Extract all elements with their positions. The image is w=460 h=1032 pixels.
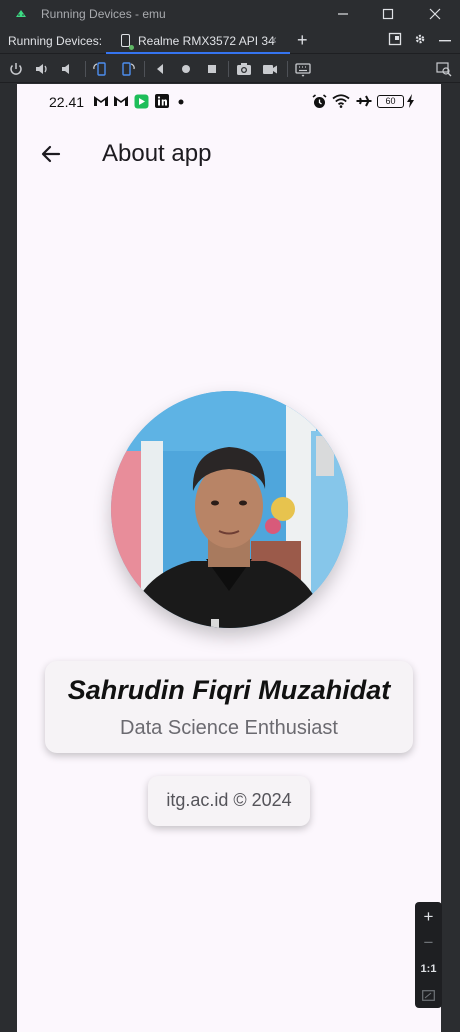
fit-screen-button[interactable] bbox=[415, 983, 442, 1007]
toolbar-separator bbox=[287, 61, 288, 77]
toolbar-separator bbox=[144, 61, 145, 77]
device-screen[interactable]: 22.41 60 About app Sahrudin Fiqri Muzahi… bbox=[17, 84, 441, 1032]
status-bar: 22.41 60 bbox=[17, 84, 441, 120]
zoom-controls: + − 1:1 bbox=[415, 902, 442, 1008]
close-window-button[interactable] bbox=[424, 4, 446, 24]
window-titlebar: Running Devices - emu bbox=[0, 0, 460, 28]
volume-up-icon[interactable] bbox=[33, 60, 51, 78]
notification-dot-icon bbox=[178, 99, 184, 105]
page-title: About app bbox=[102, 140, 212, 167]
power-icon[interactable] bbox=[7, 60, 25, 78]
emulator-toolbar bbox=[0, 55, 460, 83]
zoom-out-button[interactable]: − bbox=[415, 931, 442, 955]
status-time: 22.41 bbox=[49, 94, 85, 110]
battery-level: 60 bbox=[385, 96, 396, 106]
screenshot-camera-icon[interactable] bbox=[235, 60, 253, 78]
profile-card: Sahrudin Fiqri Muzahidat Data Science En… bbox=[45, 661, 413, 753]
device-icon bbox=[121, 34, 134, 50]
charging-bolt-icon bbox=[407, 94, 414, 108]
back-arrow-icon[interactable] bbox=[39, 142, 63, 166]
gear-icon[interactable] bbox=[413, 32, 427, 46]
linkedin-icon bbox=[155, 94, 169, 108]
overview-nav-icon[interactable] bbox=[203, 60, 221, 78]
more-options-icon[interactable] bbox=[439, 39, 451, 43]
rotate-right-icon[interactable] bbox=[118, 60, 136, 78]
window-title: Running Devices - emu bbox=[41, 7, 166, 21]
layout-icon[interactable] bbox=[388, 32, 402, 46]
copyright-text: itg.ac.id © 2024 bbox=[166, 790, 292, 810]
maximize-icon bbox=[382, 8, 394, 20]
back-nav-icon[interactable] bbox=[151, 60, 169, 78]
screen-record-icon[interactable] bbox=[261, 60, 279, 78]
running-devices-label: Running Devices: bbox=[8, 34, 103, 48]
minimize-icon bbox=[338, 13, 348, 15]
add-tab-button[interactable]: + bbox=[297, 30, 308, 51]
battery-indicator: 60 bbox=[377, 95, 404, 108]
play-store-icon bbox=[134, 94, 149, 109]
profile-role: Data Science Enthusiast bbox=[120, 717, 338, 739]
tab-close-icon[interactable]: × bbox=[270, 33, 277, 47]
copyright-chip: itg.ac.id © 2024 bbox=[148, 776, 310, 826]
minimize-button[interactable] bbox=[332, 4, 354, 24]
gmail-icon bbox=[94, 96, 108, 106]
rotate-left-icon[interactable] bbox=[92, 60, 110, 78]
gmail-icon bbox=[114, 96, 128, 106]
running-devices-tabbar: Running Devices: Realme RMX3572 API 34 ×… bbox=[0, 28, 460, 54]
toolbar-separator bbox=[228, 61, 229, 77]
layout-inspector-icon[interactable] bbox=[435, 60, 453, 78]
profile-photo bbox=[111, 391, 348, 628]
close-icon bbox=[429, 8, 441, 20]
maximize-button[interactable] bbox=[377, 4, 399, 24]
fit-screen-icon bbox=[422, 989, 435, 1001]
profile-photo-image bbox=[111, 391, 348, 628]
toolbar-separator bbox=[85, 61, 86, 77]
keyboard-icon[interactable] bbox=[294, 60, 312, 78]
zoom-in-button[interactable]: + bbox=[415, 905, 442, 929]
actual-size-button[interactable]: 1:1 bbox=[415, 957, 442, 981]
home-nav-icon[interactable] bbox=[177, 60, 195, 78]
volume-down-icon[interactable] bbox=[59, 60, 77, 78]
tab-device[interactable]: Realme RMX3572 API 34 × bbox=[106, 28, 290, 54]
android-studio-icon bbox=[16, 10, 26, 17]
wifi-icon bbox=[332, 94, 350, 108]
tab-device-label: Realme RMX3572 API 34 bbox=[138, 34, 275, 48]
top-app-bar: About app bbox=[17, 120, 441, 184]
tab-active-indicator bbox=[106, 52, 290, 54]
profile-name: Sahrudin Fiqri Muzahidat bbox=[67, 675, 391, 705]
airplane-mode-icon bbox=[356, 95, 372, 107]
alarm-icon bbox=[312, 94, 327, 108]
